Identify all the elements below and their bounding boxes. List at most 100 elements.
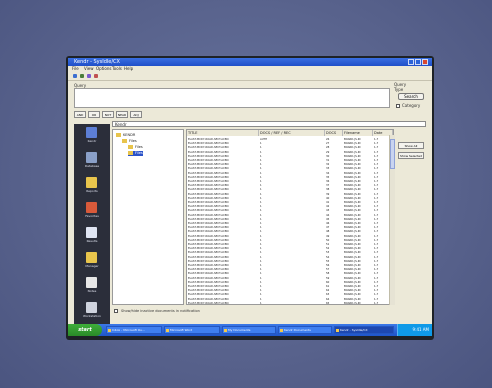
sidebar-item-workstation[interactable]: Workstation	[74, 299, 110, 323]
taskbar-item[interactable]: Inbox - Microsoft Ou...	[106, 326, 162, 334]
sidebar-item-reports[interactable]: Reports	[74, 174, 110, 198]
column-header-filename[interactable]: Filename	[343, 130, 373, 136]
cell-docs-ref: 1	[260, 154, 262, 158]
search-button[interactable]: Search	[398, 93, 424, 100]
cell-filename: BOARD-JS-IN	[344, 264, 361, 267]
cell-docs: 40	[326, 196, 330, 200]
or-button[interactable]: OR	[88, 111, 100, 118]
show-selected-button[interactable]: Show Selected	[398, 152, 424, 159]
taskbar-item-active[interactable]: Kendr - SysIdle/CX	[334, 326, 394, 334]
sidebar-item-favorites[interactable]: Favorites	[74, 199, 110, 223]
taskbar-item-label: Kendr Documents	[284, 328, 311, 332]
list-scrollbar[interactable]	[389, 135, 395, 305]
cell-filename: BOARD-JS-IN	[344, 213, 361, 217]
globe-icon	[86, 127, 97, 138]
not-button[interactable]: NOT	[102, 111, 114, 118]
minimize-button[interactable]	[408, 59, 414, 65]
cell-title: ELAST-MCD7-ROAD-SECT-ACBO	[188, 196, 229, 200]
cell-title: ELAST-MCD7-ROAD-SECT-ACBO	[188, 159, 229, 162]
sidebar-item-notes[interactable]: Notes	[74, 274, 110, 298]
cell-docs-ref: 1	[260, 146, 262, 150]
sidebar-item-database[interactable]: Database	[74, 149, 110, 173]
start-button[interactable]: start	[68, 324, 102, 336]
column-header-docs-ref[interactable]: DOCS / REF / REC	[259, 130, 325, 136]
scrollbar-thumb[interactable]	[390, 139, 395, 169]
path-field[interactable]: Kendr	[112, 121, 426, 127]
tree-node-label: Files	[135, 145, 143, 149]
cell-title: ELAST-MCD7-ROAD-SECT-ACBO	[188, 180, 229, 183]
query-input[interactable]	[74, 88, 390, 108]
maximize-button[interactable]	[415, 59, 421, 65]
cell-docs: 33	[326, 167, 330, 171]
sidebar-item-label: Database	[84, 164, 100, 168]
cell-docs: 50	[326, 238, 330, 242]
column-header-docs[interactable]: DOCS	[325, 130, 343, 136]
cell-docs-ref: 1	[260, 247, 262, 251]
sidebar-item-results[interactable]: Results	[74, 224, 110, 248]
cell-docs: 53	[326, 251, 330, 255]
cell-title: ELAST-MCD7-ROAD-SECT-ACBO	[188, 280, 229, 284]
cell-filename: BOARD-JS-IN	[344, 142, 361, 146]
cell-title: ELAST-MCD7-ROAD-SECT-ACBO	[188, 175, 229, 179]
cell-docs-ref: 1	[260, 217, 262, 221]
cell-filename: BOARD-JS-IN	[344, 243, 361, 246]
cell-filename: BOARD-JS-IN	[344, 188, 361, 192]
back-icon[interactable]	[73, 74, 77, 78]
and-button[interactable]: AND	[74, 111, 86, 118]
cell-docs-ref: 1	[260, 226, 262, 230]
table-row[interactable]: ELAST-MCD7-ROAD-SECT-ACBO 1 65 BOARD-JS-IN 1…	[187, 301, 393, 305]
adj-button[interactable]: ADJ	[130, 111, 142, 118]
cell-docs: 60	[326, 280, 330, 284]
forward-icon[interactable]	[80, 74, 84, 78]
cell-title: ELAST-MCD7-ROAD-SECT-ACBO	[188, 213, 229, 217]
cell-title: ELAST-MCD7-ROAD-SECT-ACBO	[188, 247, 229, 251]
taskbar-item[interactable]: Kendr Documents	[278, 326, 332, 334]
cell-docs-ref: 1	[260, 289, 262, 293]
cell-docs-ref: 1	[260, 175, 262, 179]
refresh-icon[interactable]	[87, 74, 91, 78]
cell-docs: 44	[326, 213, 330, 217]
cell-title: ELAST-MCD7-ROAD-SECT-ACBO	[188, 138, 229, 141]
tree-node[interactable]: Files	[122, 139, 137, 144]
cell-docs: 48	[326, 230, 330, 234]
cell-title: ELAST-MCD7-ROAD-SECT-ACBO	[188, 238, 229, 242]
cell-title: ELAST-MCD7-ROAD-SECT-ACBO	[188, 259, 229, 263]
cell-docs: 39	[326, 192, 330, 196]
cell-docs-ref: 1	[260, 280, 262, 284]
cell-title: ELAST-MCD7-ROAD-SECT-ACBO	[188, 184, 229, 188]
tree-node[interactable]: Files	[128, 145, 143, 150]
path-value: Kendr	[115, 122, 127, 127]
cell-docs-ref: 1	[260, 251, 262, 255]
sidebar-item-label: Kendr	[87, 139, 97, 143]
cell-docs: 63	[326, 293, 330, 297]
cell-docs: 30	[326, 154, 330, 158]
star-icon	[86, 202, 97, 213]
category-checkbox[interactable]	[396, 104, 400, 108]
stop-icon[interactable]	[94, 74, 98, 78]
system-tray: 9:41 AM	[397, 324, 432, 336]
near-button[interactable]: NEAR	[116, 111, 128, 118]
sidebar-item-label: Manager	[85, 264, 99, 268]
cell-docs-ref: 1	[260, 259, 262, 263]
cell-docs-ref: 1	[260, 301, 262, 305]
taskbar-item[interactable]: Microsoft Word	[164, 326, 220, 334]
cell-title: ELAST-MCD7-ROAD-SECT-ACBO	[188, 230, 229, 234]
tree-node-selected[interactable]: Files	[128, 151, 143, 156]
sidebar-item-kendr[interactable]: Kendr	[74, 124, 110, 148]
cell-filename: BOARD-JS-IN	[344, 259, 361, 263]
tree-node[interactable]: KENDR	[116, 133, 135, 138]
column-header-title[interactable]: TITLE	[187, 130, 259, 136]
cell-docs: 29	[326, 150, 330, 154]
sidebar-item-manager[interactable]: Manager	[74, 249, 110, 273]
app-icon	[166, 329, 169, 332]
inactive-docs-checkbox[interactable]	[114, 309, 118, 313]
cell-filename: BOARD-JS-IN	[344, 167, 361, 171]
close-button[interactable]	[422, 59, 428, 65]
computer-icon	[86, 302, 97, 313]
cell-docs-ref: 1	[260, 230, 262, 234]
show-all-button[interactable]: Show All	[398, 142, 424, 149]
taskbar-item[interactable]: My Documents	[222, 326, 276, 334]
tree-node-label: Files	[129, 139, 137, 143]
cell-docs: 34	[326, 171, 330, 175]
cell-filename: BOARD-JS-IN	[344, 180, 361, 183]
